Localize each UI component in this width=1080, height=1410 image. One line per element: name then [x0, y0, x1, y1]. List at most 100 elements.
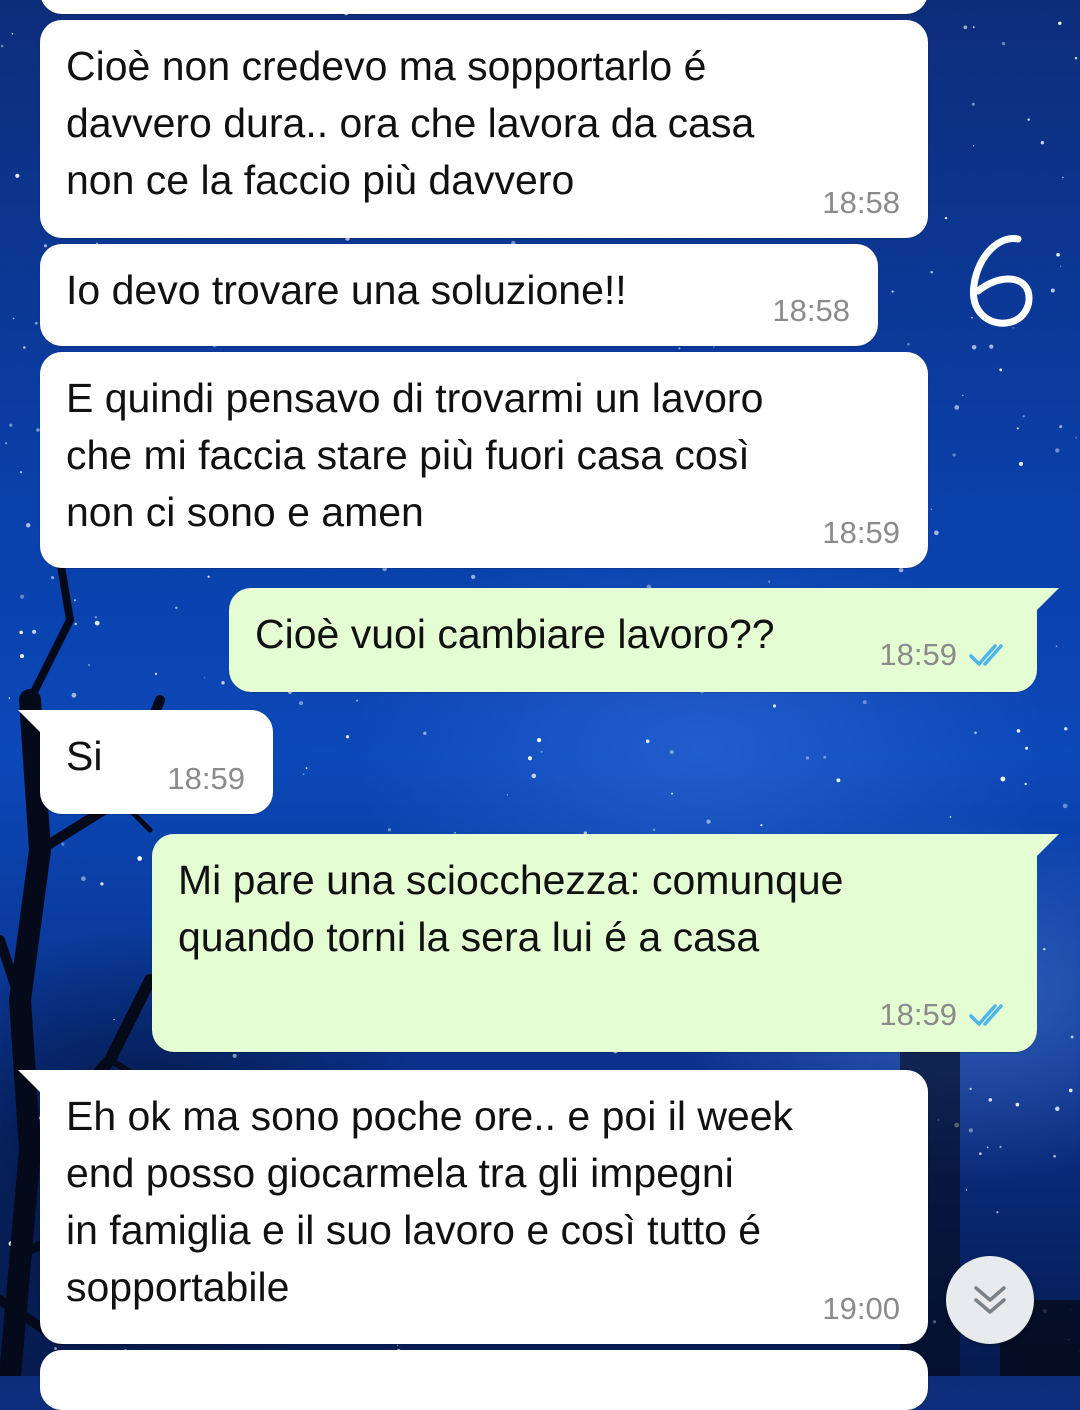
star	[221, 681, 225, 685]
star	[1067, 1338, 1070, 1341]
star	[891, 290, 894, 293]
star	[51, 837, 55, 840]
star	[356, 699, 358, 702]
star	[203, 677, 206, 679]
star	[1027, 118, 1030, 121]
star	[232, 1053, 237, 1058]
star	[954, 1122, 960, 1128]
message-timestamp: 19:00	[822, 1291, 900, 1326]
star	[0, 44, 4, 48]
star	[19, 630, 23, 635]
star	[999, 1145, 1002, 1149]
star	[898, 567, 904, 573]
star	[1053, 1154, 1056, 1158]
star	[671, 792, 674, 795]
message-bubble-incoming[interactable]	[40, 1350, 928, 1410]
star	[540, 750, 543, 753]
star	[772, 704, 777, 708]
star	[387, 828, 392, 832]
star	[527, 756, 533, 761]
star	[396, 1344, 399, 1347]
star	[54, 1347, 57, 1350]
message-bubble-outgoing[interactable]: Cioè vuoi cambiare lavoro?? 18:59	[229, 588, 1059, 692]
star	[34, 321, 38, 325]
star	[974, 731, 977, 735]
star	[989, 344, 994, 349]
star	[137, 856, 143, 861]
star	[207, 575, 210, 578]
message-bubble-outgoing[interactable]: Mi pare una sciocchezza: comunque quando…	[152, 834, 1059, 1052]
star	[345, 735, 350, 739]
star	[71, 692, 77, 698]
star	[113, 1019, 115, 1021]
star	[1055, 645, 1058, 647]
star	[5, 442, 8, 445]
message-bubble-incoming[interactable]: Si 18:59	[18, 710, 273, 814]
star	[1059, 425, 1063, 429]
message-timestamp: 18:59	[822, 515, 900, 550]
star	[15, 173, 20, 178]
star	[934, 530, 939, 536]
star	[907, 343, 910, 346]
star	[937, 1118, 940, 1122]
message-text: E quindi pensavo di trovarmi un lavoro c…	[66, 375, 764, 535]
star	[1050, 288, 1055, 293]
star	[51, 576, 55, 580]
star	[1062, 803, 1068, 809]
star	[988, 1098, 993, 1102]
star	[706, 819, 711, 824]
star	[175, 606, 178, 609]
message-timestamp: 18:59	[879, 997, 957, 1032]
star	[1000, 776, 1006, 782]
star	[13, 1260, 16, 1263]
star	[836, 778, 841, 783]
star	[952, 453, 956, 457]
star	[1022, 415, 1025, 418]
star	[1025, 746, 1029, 750]
star	[944, 216, 948, 220]
star	[972, 26, 975, 28]
message-bubble-incoming[interactable]: Cioè non credevo ma sopportarlo é davver…	[40, 20, 928, 238]
star	[760, 824, 763, 827]
double-chevron-down-icon	[974, 1286, 1006, 1314]
star	[32, 629, 37, 634]
star	[20, 654, 24, 659]
star	[968, 1128, 974, 1133]
star	[9, 423, 13, 427]
star	[74, 622, 77, 626]
message-text: Eh ok ma sono poche ore.. e poi il week …	[66, 1093, 794, 1310]
star	[962, 394, 964, 396]
bubble-tail	[1035, 588, 1059, 612]
star	[1055, 448, 1060, 453]
star	[949, 816, 952, 818]
star	[965, 1189, 968, 1191]
message-text: Si	[66, 733, 103, 779]
star	[61, 842, 65, 846]
star	[302, 773, 305, 776]
scroll-to-bottom-button[interactable]	[946, 1256, 1034, 1344]
star	[88, 664, 90, 666]
star	[12, 317, 15, 320]
star	[27, 1247, 32, 1251]
star	[1068, 1088, 1073, 1093]
star	[1016, 729, 1021, 733]
message-bubble-incoming[interactable]: Io devo trovare una soluzione!! 18:58	[40, 244, 878, 346]
message-bubble-incoming[interactable]: E quindi pensavo di trovarmi un lavoro c…	[40, 352, 928, 568]
star	[978, 1152, 982, 1156]
star	[423, 731, 427, 735]
read-receipt-icon	[969, 1004, 1003, 1027]
star	[963, 25, 968, 30]
star	[1016, 427, 1019, 430]
message-timestamp: 18:58	[772, 293, 850, 328]
message-bubble-incoming[interactable]: Eh ok ma sono poche ore.. e poi il week …	[18, 1070, 928, 1344]
star	[23, 346, 26, 349]
bubble-tail	[1035, 834, 1059, 858]
star	[805, 756, 810, 760]
star	[94, 620, 100, 626]
star	[930, 508, 933, 511]
star	[1043, 1309, 1047, 1313]
message-timestamp: 18:59	[167, 761, 245, 796]
star	[1024, 782, 1027, 786]
star	[40, 825, 44, 829]
message-bubble-incoming[interactable]	[40, 0, 928, 14]
